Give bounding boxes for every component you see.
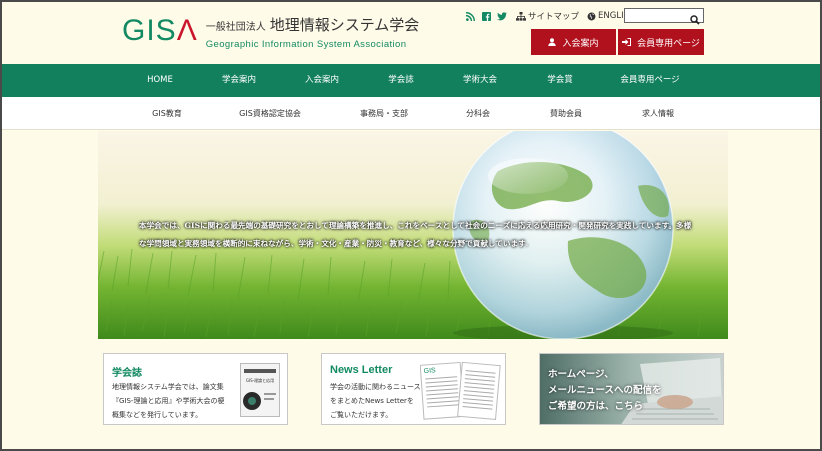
journal-card[interactable]: 学会誌 地理情報システム学会では、論文集 『GIS-理論と応用』や学術大会の梗 …: [103, 353, 288, 425]
logo-gis: GIS: [122, 14, 177, 47]
sub-nav-sections[interactable]: 分科会: [466, 97, 490, 130]
page-frame: GISΛ 一般社団法人 地理情報システム学会 Geographic Informa…: [0, 0, 822, 451]
logo-text: 一般社団法人 地理情報システム学会 Geographic Information …: [205, 16, 420, 51]
logo-mark: GISΛ: [122, 16, 198, 46]
sitemap-label: サイトマップ: [528, 12, 580, 22]
hero-description: 本学会では、GISに関わる最先端の基礎研究をとおして理論構築を推進し、これをベー…: [139, 217, 699, 253]
newsletter-card-title: News Letter: [330, 364, 393, 376]
join-button[interactable]: 入会案内: [531, 29, 616, 55]
logo-lambda: Λ: [176, 14, 198, 47]
journal-cover-image: GIS-理論と応用: [240, 363, 280, 417]
logo-name-en: Geographic Information System Associatio…: [205, 39, 407, 50]
sub-nav-gis-education[interactable]: GIS教育: [152, 97, 182, 130]
user-icon: [548, 38, 557, 46]
sub-nav-office[interactable]: 事務局・支部: [360, 97, 408, 130]
main-nav-join[interactable]: 入会案内: [305, 64, 339, 97]
sub-nav-jobs[interactable]: 求人情報: [642, 97, 674, 130]
logo-org-type: 一般社団法人: [205, 22, 266, 33]
main-nav: HOME 学会案内 入会案内 学会誌 学術大会 学会賞 会員専用ページ: [2, 64, 820, 97]
main-nav-awards[interactable]: 学会賞: [547, 64, 573, 97]
facebook-icon[interactable]: [480, 10, 492, 22]
globe-icon: [587, 12, 596, 20]
main-nav-home[interactable]: HOME: [147, 64, 173, 97]
sitemap-icon: [516, 11, 526, 21]
search-box: [624, 8, 704, 28]
main-nav-members[interactable]: 会員専用ページ: [620, 64, 679, 97]
sign-in-icon: [622, 38, 632, 46]
mail-news-card-text: ホームページ、 メールニュースへの配信を ご希望の方は、こちら: [548, 369, 662, 412]
site-header: GISΛ 一般社団法人 地理情報システム学会 Geographic Informa…: [2, 2, 820, 64]
sitemap-link[interactable]: サイトマップ: [516, 10, 579, 22]
hero-description-line1: 本学会では、GISに関わる最先端の基礎研究をとおして理論構築を推進し、これをベー…: [139, 221, 692, 230]
svg-text:GIS: GIS: [423, 367, 436, 375]
main-nav-conference[interactable]: 学術大会: [463, 64, 497, 97]
newsletter-card[interactable]: News Letter 学会の活動に関わるニュース をまとめたNews Lett…: [321, 353, 506, 425]
search-input[interactable]: [625, 15, 689, 28]
join-button-label: 入会案内: [562, 38, 599, 49]
main-nav-journal[interactable]: 学会誌: [388, 64, 414, 97]
mail-news-card[interactable]: ホームページ、 メールニュースへの配信を ご希望の方は、こちら: [539, 353, 724, 425]
journal-card-body: 地理情報システム学会では、論文集 『GIS-理論と応用』や学術大会の梗 概集など…: [112, 383, 225, 419]
newsletter-card-body: 学会の活動に関わるニュース をまとめたNews Letterを ご覧いただけます…: [330, 383, 421, 419]
twitter-icon[interactable]: [496, 10, 508, 22]
sub-nav: GIS教育 GIS資格認定協会 事務局・支部 分科会 賛助会員 求人情報: [2, 97, 820, 130]
logo-name-jp: 地理情報システム学会: [269, 16, 420, 34]
site-logo[interactable]: GISΛ 一般社団法人 地理情報システム学会 Geographic Informa…: [122, 16, 420, 51]
member-page-button-label: 会員専用ページ: [637, 38, 700, 49]
sub-nav-supporting-members[interactable]: 賛助会員: [550, 97, 582, 130]
hero-description-line2: な学問領域と実務領域を横断的に束ねながら、学術・文化・産業・防災・教育など、様々…: [139, 239, 529, 248]
search-icon[interactable]: [690, 10, 700, 29]
newsletter-thumbnail: GIS: [420, 361, 501, 421]
sub-nav-certification[interactable]: GIS資格認定協会: [239, 97, 301, 130]
member-page-button[interactable]: 会員専用ページ: [618, 29, 704, 55]
hero-banner: 本学会では、GISに関わる最先端の基礎研究をとおして理論構築を推進し、これをベー…: [98, 131, 728, 339]
main-nav-about[interactable]: 学会案内: [222, 64, 256, 97]
utility-links: サイトマップ ENGLISH: [464, 10, 635, 22]
journal-cover-title: GIS-理論と応用: [246, 377, 274, 383]
rss-icon[interactable]: [464, 10, 476, 22]
journal-card-title: 学会誌: [112, 368, 142, 379]
